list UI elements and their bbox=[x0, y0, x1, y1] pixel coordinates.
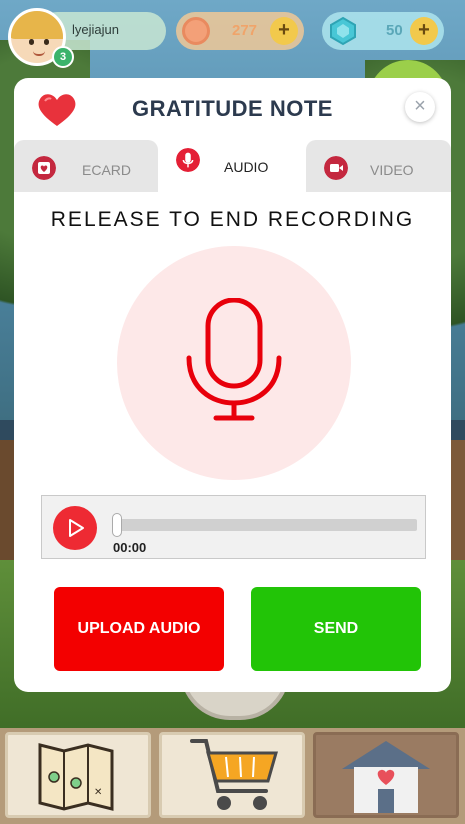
nav-map[interactable]: ✕ bbox=[5, 732, 151, 818]
tab-audio[interactable]: AUDIO bbox=[160, 134, 304, 192]
gem-value: 50 bbox=[386, 22, 403, 39]
audio-time: 00:00 bbox=[113, 540, 147, 555]
coin-counter: 277 + bbox=[176, 12, 304, 50]
tab-ecard[interactable]: ECARD bbox=[14, 140, 158, 192]
avatar-mouth bbox=[33, 51, 45, 56]
tab-audio-label: AUDIO bbox=[224, 159, 269, 175]
microphone-icon bbox=[176, 148, 200, 172]
add-coins-button[interactable]: + bbox=[270, 17, 298, 45]
top-hud: lyejiajun 3 277 + 50 + bbox=[0, 8, 465, 68]
recording-instruction: RELEASE TO END RECORDING bbox=[50, 208, 415, 231]
modal-title: GRATITUDE NOTE bbox=[132, 96, 333, 121]
tab-video[interactable]: VIDEO bbox=[306, 140, 451, 192]
player-name: lyejiajun bbox=[72, 22, 119, 37]
gem-icon bbox=[330, 16, 356, 46]
svg-text:✕: ✕ bbox=[94, 787, 102, 798]
add-gems-button[interactable]: + bbox=[410, 17, 438, 45]
avatar-eye-right bbox=[44, 39, 49, 45]
tab-ecard-label: ECARD bbox=[82, 162, 132, 178]
coin-value: 277 bbox=[232, 22, 258, 39]
audio-progress-track[interactable] bbox=[115, 519, 417, 531]
gratitude-note-modal: GRATITUDE NOTE × ECARD AUDIO VIDEO RELEA… bbox=[14, 78, 451, 692]
upload-audio-button[interactable]: UPLOAD AUDIO bbox=[54, 587, 224, 671]
ecard-icon bbox=[32, 156, 56, 180]
audio-player: 00:00 bbox=[41, 495, 426, 559]
close-button[interactable]: × bbox=[405, 92, 435, 122]
map-icon: ✕ bbox=[38, 743, 114, 811]
nav-home[interactable] bbox=[313, 732, 459, 818]
audio-progress-handle[interactable] bbox=[112, 513, 122, 537]
play-icon bbox=[69, 519, 84, 537]
shopping-cart-icon bbox=[190, 739, 278, 810]
avatar-hair bbox=[11, 11, 63, 39]
nav-shop[interactable] bbox=[159, 732, 305, 818]
avatar-eye-left bbox=[29, 39, 34, 45]
home-icon bbox=[342, 741, 430, 813]
level-badge: 3 bbox=[52, 46, 74, 68]
bottom-nav: ✕ bbox=[0, 728, 465, 824]
tab-video-label: VIDEO bbox=[370, 162, 414, 178]
send-button[interactable]: SEND bbox=[251, 587, 421, 671]
play-button[interactable] bbox=[53, 506, 97, 550]
tab-bar: ECARD AUDIO VIDEO bbox=[14, 134, 451, 192]
video-icon bbox=[324, 156, 348, 180]
modal-header: GRATITUDE NOTE × bbox=[14, 78, 451, 138]
record-button[interactable] bbox=[117, 246, 351, 480]
coin-icon bbox=[182, 17, 210, 45]
gem-counter: 50 + bbox=[322, 12, 444, 50]
microphone-icon bbox=[186, 298, 282, 421]
